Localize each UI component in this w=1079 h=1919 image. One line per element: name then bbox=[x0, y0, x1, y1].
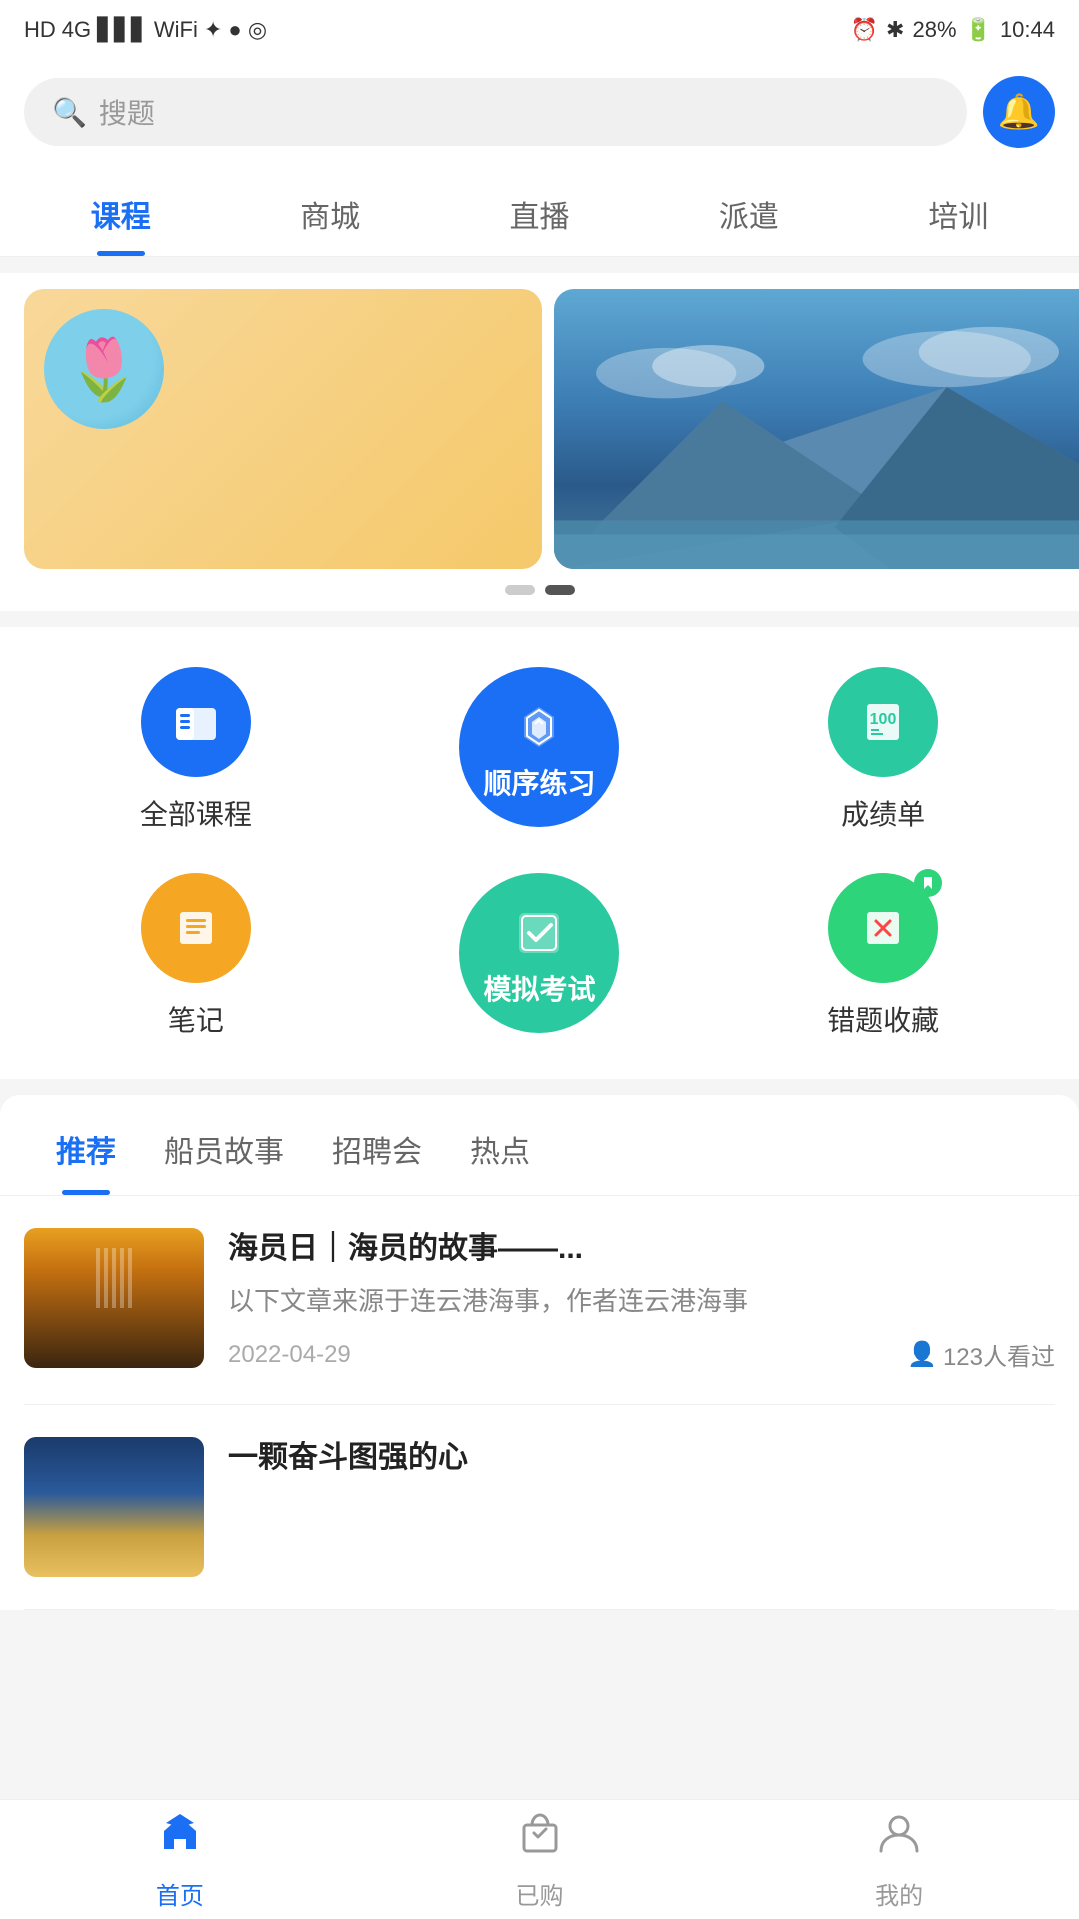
tab-live[interactable]: 直播 bbox=[435, 164, 644, 256]
article-content-2: 一颗奋斗图强的心 bbox=[228, 1437, 1055, 1577]
article-title-2: 一颗奋斗图强的心 bbox=[228, 1437, 1055, 1479]
grades-icon: 100 bbox=[828, 667, 938, 777]
purchased-label: 已购 bbox=[516, 1876, 564, 1911]
sequential-practice-label: 顺序练习 bbox=[483, 762, 595, 802]
notes-icon bbox=[141, 873, 251, 983]
battery-icon: 🔋 bbox=[965, 17, 992, 43]
mountain-svg bbox=[554, 317, 1079, 569]
lights-decoration bbox=[96, 1248, 132, 1308]
bottom-nav-purchased[interactable]: 已购 bbox=[360, 1809, 720, 1911]
article-title-1: 海员日｜海员的故事——... bbox=[228, 1228, 1055, 1270]
article-content-1: 海员日｜海员的故事——... 以下文章来源于连云港海事，作者连云港海事 2022… bbox=[228, 1228, 1055, 1372]
search-placeholder: 搜题 bbox=[99, 92, 155, 132]
search-area: 🔍 搜题 🔔 bbox=[0, 60, 1079, 164]
article-image-2 bbox=[24, 1437, 204, 1577]
content-section: 推荐 船员故事 招聘会 热点 bbox=[0, 1095, 1079, 1610]
mine-icon bbox=[875, 1809, 923, 1868]
content-tab-recommended[interactable]: 推荐 bbox=[32, 1095, 140, 1195]
action-mock-exam[interactable]: 模拟考试 bbox=[368, 873, 712, 1039]
banner-area: 🌷 bbox=[0, 273, 1079, 611]
sequential-practice-circle: 顺序练习 bbox=[459, 667, 619, 827]
article-date-1: 2022-04-29 bbox=[228, 1341, 351, 1369]
action-wrong-collection[interactable]: 错题收藏 bbox=[711, 873, 1055, 1039]
status-left: HD 4G ▋▋▋ WiFi ✦ ● ◎ bbox=[24, 17, 267, 43]
bluetooth-icon: ✱ bbox=[886, 17, 904, 43]
bell-icon: 🔔 bbox=[998, 92, 1040, 132]
bottom-nav: 首页 已购 我的 bbox=[0, 1799, 1079, 1919]
mine-label: 我的 bbox=[875, 1876, 923, 1911]
wrong-collection-icon bbox=[828, 873, 938, 983]
tab-training[interactable]: 培训 bbox=[854, 164, 1063, 256]
search-icon: 🔍 bbox=[52, 96, 87, 129]
banner-container[interactable]: 🌷 bbox=[0, 289, 1079, 569]
article-desc-1: 以下文章来源于连云港海事，作者连云港海事 bbox=[228, 1282, 1055, 1321]
action-sequential-practice[interactable]: 顺序练习 bbox=[368, 667, 712, 833]
article-thumb-1 bbox=[24, 1228, 204, 1368]
search-box[interactable]: 🔍 搜题 bbox=[24, 78, 967, 146]
notification-bell-button[interactable]: 🔔 bbox=[983, 76, 1055, 148]
article-thumb-2 bbox=[24, 1437, 204, 1577]
action-grades[interactable]: 100 成绩单 bbox=[711, 667, 1055, 833]
article-list: 海员日｜海员的故事——... 以下文章来源于连云港海事，作者连云港海事 2022… bbox=[0, 1196, 1079, 1610]
article-meta-1: 2022-04-29 👤 123人看过 bbox=[228, 1337, 1055, 1372]
home-label: 首页 bbox=[156, 1876, 204, 1911]
action-all-courses[interactable]: 全部课程 bbox=[24, 667, 368, 833]
battery-text: 28% bbox=[912, 17, 956, 43]
quick-actions-grid: 全部课程 顺序练习 100 bbox=[0, 627, 1079, 1079]
tab-dispatch[interactable]: 派遣 bbox=[644, 164, 853, 256]
status-hd: HD bbox=[24, 17, 56, 43]
content-tab-hot[interactable]: 热点 bbox=[446, 1095, 554, 1195]
home-icon bbox=[156, 1809, 204, 1868]
bottom-nav-home[interactable]: 首页 bbox=[0, 1809, 360, 1911]
time-display: 10:44 bbox=[1000, 17, 1055, 43]
banner-flower-decoration: 🌷 bbox=[44, 309, 164, 429]
mock-exam-circle: 模拟考试 bbox=[459, 873, 619, 1033]
tab-courses[interactable]: 课程 bbox=[16, 164, 225, 256]
status-right: ⏰ ✱ 28% 🔋 10:44 bbox=[851, 17, 1055, 43]
all-courses-label: 全部课程 bbox=[140, 793, 252, 833]
article-image-1 bbox=[24, 1228, 204, 1368]
status-bar: HD 4G ▋▋▋ WiFi ✦ ● ◎ ⏰ ✱ 28% 🔋 10:44 bbox=[0, 0, 1079, 60]
notes-label: 笔记 bbox=[168, 999, 224, 1039]
article-item-2[interactable]: 一颗奋斗图强的心 bbox=[24, 1405, 1055, 1610]
purchased-icon bbox=[516, 1809, 564, 1868]
tab-mall[interactable]: 商城 bbox=[225, 164, 434, 256]
alarm-icon: ⏰ bbox=[851, 17, 878, 43]
article-views-1: 👤 123人看过 bbox=[907, 1337, 1055, 1372]
bottom-nav-mine[interactable]: 我的 bbox=[719, 1809, 1079, 1911]
article-item-1[interactable]: 海员日｜海员的故事——... 以下文章来源于连云港海事，作者连云港海事 2022… bbox=[24, 1196, 1055, 1405]
banner-slide-2[interactable] bbox=[554, 289, 1079, 569]
main-nav-tabs: 课程 商城 直播 派遣 培训 bbox=[0, 164, 1079, 257]
action-notes[interactable]: 笔记 bbox=[24, 873, 368, 1039]
banner-slide-1[interactable]: 🌷 bbox=[24, 289, 542, 569]
banner-dots bbox=[0, 585, 1079, 595]
status-wifi: WiFi bbox=[154, 17, 198, 43]
status-network-bars: ▋▋▋ bbox=[97, 17, 148, 43]
views-icon-1: 👤 bbox=[907, 1340, 937, 1369]
svg-text:100: 100 bbox=[870, 711, 897, 728]
content-tab-job-fair[interactable]: 招聘会 bbox=[308, 1095, 446, 1195]
status-extra: ✦ ● ◎ bbox=[204, 17, 267, 43]
content-tab-sailor-stories[interactable]: 船员故事 bbox=[140, 1095, 308, 1195]
dot-1[interactable] bbox=[505, 585, 535, 595]
status-signal: 4G bbox=[62, 17, 91, 43]
grades-label: 成绩单 bbox=[841, 793, 925, 833]
mock-exam-label: 模拟考试 bbox=[483, 968, 595, 1008]
dot-2[interactable] bbox=[545, 585, 575, 595]
content-tabs: 推荐 船员故事 招聘会 热点 bbox=[0, 1095, 1079, 1196]
all-courses-icon bbox=[141, 667, 251, 777]
wrong-collection-label: 错题收藏 bbox=[827, 999, 939, 1039]
